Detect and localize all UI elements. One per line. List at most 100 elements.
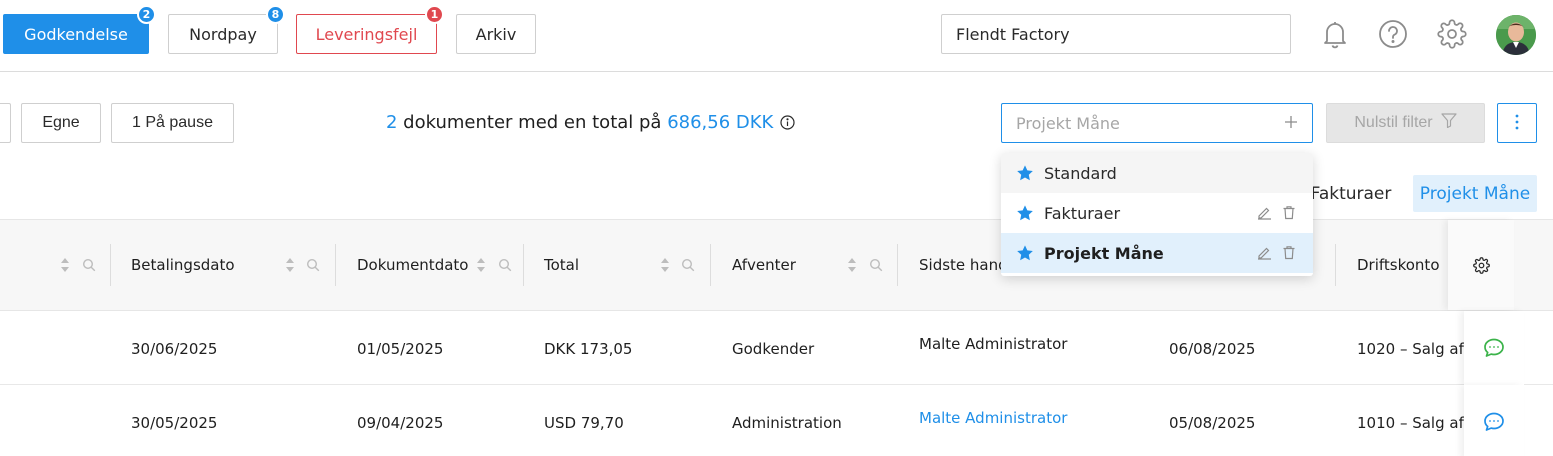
trash-icon[interactable] <box>1282 205 1296 220</box>
bell-icon[interactable] <box>1318 16 1352 52</box>
cell-dokumentdato: 09/04/2025 <box>357 414 444 432</box>
column-header-afventer[interactable]: Afventer <box>732 220 796 310</box>
view-tab-projekt-maane[interactable]: Projekt Måne <box>1413 175 1537 212</box>
reset-filter-button[interactable]: Nulstil filter <box>1326 103 1485 143</box>
trash-icon[interactable] <box>1282 245 1296 260</box>
star-icon[interactable] <box>1016 204 1034 222</box>
plus-icon[interactable] <box>1284 114 1298 133</box>
sort-icon[interactable] <box>847 257 857 273</box>
tab-nordpay-label: Nordpay <box>189 24 257 44</box>
cell-dokumentdato: 01/05/2025 <box>357 340 444 358</box>
star-icon[interactable] <box>1016 164 1034 182</box>
tab-leveringsfejl[interactable]: Leveringsfejl 1 <box>296 5 444 54</box>
company-selector[interactable]: Flendt Factory <box>941 14 1291 54</box>
column-header-betalingsdato[interactable]: Betalingsdato <box>131 220 235 310</box>
chat-bubble-icon <box>1484 338 1504 357</box>
column-header-label: Afventer <box>732 256 796 274</box>
avatar[interactable] <box>1496 15 1536 55</box>
comment-button[interactable] <box>1464 311 1524 385</box>
tab-nordpay[interactable]: Nordpay 8 <box>168 5 285 54</box>
cell-betalingsdato: 30/06/2025 <box>131 340 218 358</box>
column-settings-button[interactable] <box>1448 220 1514 310</box>
filter-egne-button[interactable]: Egne <box>21 103 101 143</box>
edit-icon[interactable] <box>1257 245 1272 260</box>
documents-summary: 2 dokumenter med en total på 686,56 DKK <box>386 112 795 133</box>
view-tab-fakturaer-label: Fakturaer <box>1310 183 1392 204</box>
saved-view-actions <box>1257 205 1296 220</box>
company-selector-value: Flendt Factory <box>956 24 1070 44</box>
column-separator <box>523 244 524 286</box>
cell-driftskonto: 1010 – Salg af <box>1357 414 1464 432</box>
summary-count: 2 <box>386 112 398 133</box>
column-header-sidste-handling[interactable]: Sidste hand <box>919 220 1008 310</box>
column-search-icon[interactable] <box>681 258 695 272</box>
comment-button[interactable] <box>1464 385 1524 456</box>
view-tab-projekt-maane-label: Projekt Måne <box>1419 183 1531 204</box>
cell-driftskonto: 1020 – Salg af <box>1357 340 1464 358</box>
sort-icon[interactable] <box>476 257 486 273</box>
column-header-label: Driftskonto <box>1357 256 1440 274</box>
column-separator <box>335 244 336 286</box>
saved-view-projekt-maane[interactable]: Projekt Måne <box>1001 233 1313 273</box>
column-search-icon[interactable] <box>82 258 96 272</box>
cell-total: DKK 173,05 <box>544 340 633 358</box>
column-separator <box>110 244 111 286</box>
view-tab-fakturaer[interactable]: Fakturaer <box>1306 175 1396 212</box>
saved-view-input[interactable]: Projekt Måne <box>1001 103 1313 143</box>
column-header-label: Dokumentdato <box>357 256 469 274</box>
summary-total: 686,56 DKK <box>667 112 774 133</box>
filter-paused-button[interactable]: 1 På pause <box>111 103 234 143</box>
filter-egne-label: Egne <box>42 114 80 131</box>
tab-godkendelse[interactable]: Godkendelse 2 <box>3 5 156 54</box>
column-separator <box>1335 244 1336 286</box>
column-header-label: Sidste hand <box>919 256 1008 274</box>
cell-betalingsdato: 30/05/2025 <box>131 414 218 432</box>
summary-text: dokumenter med en total på <box>397 112 668 133</box>
cell-total: USD 79,70 <box>544 414 624 432</box>
help-icon[interactable] <box>1376 16 1410 52</box>
column-header-label: Total <box>544 256 580 274</box>
info-icon[interactable] <box>780 115 795 130</box>
cell-afventer: Godkender <box>732 340 815 358</box>
tab-nordpay-badge: 8 <box>266 5 285 24</box>
column-search-icon[interactable] <box>498 258 512 272</box>
tab-arkiv[interactable]: Arkiv <box>456 14 536 54</box>
cell-afventer: Administration <box>732 414 842 432</box>
star-icon[interactable] <box>1016 244 1034 262</box>
table-row[interactable]: 30/06/2025 01/05/2025 DKK 173,05 Godkend… <box>0 311 1553 385</box>
column-search-icon[interactable] <box>869 258 883 272</box>
column-header-driftskonto[interactable]: Driftskonto <box>1357 220 1440 310</box>
column-header-dokumentdato[interactable]: Dokumentdato <box>357 220 468 310</box>
sort-icon[interactable] <box>60 257 70 273</box>
more-options-button[interactable] <box>1497 103 1537 143</box>
tab-leveringsfejl-badge: 1 <box>425 5 444 24</box>
filter-funnel-icon <box>1441 113 1457 133</box>
tab-godkendelse-badge: 2 <box>137 5 156 24</box>
table-header: Betalingsdato Dokumentdato Total Afvente… <box>0 219 1553 311</box>
top-bar: Godkendelse 2 Nordpay 8 Leveringsfejl 1 … <box>0 0 1553 72</box>
cell-dato: 05/08/2025 <box>1169 414 1256 432</box>
tab-godkendelse-label: Godkendelse <box>24 24 128 44</box>
edit-icon[interactable] <box>1257 205 1272 220</box>
cell-sidste-handling: Malte Administrator <box>919 335 1068 353</box>
column-header-total[interactable]: Total <box>544 220 579 310</box>
saved-view-label: Projekt Måne <box>1044 243 1164 263</box>
column-separator <box>710 244 711 286</box>
gear-icon[interactable] <box>1435 16 1469 52</box>
saved-views-dropdown: Standard Fakturaer Projekt Måne <box>1001 153 1313 276</box>
gear-icon <box>1472 256 1490 274</box>
saved-view-label: Standard <box>1044 163 1117 183</box>
saved-view-fakturaer[interactable]: Fakturaer <box>1001 193 1313 233</box>
cell-sidste-handling-link[interactable]: Malte Administrator <box>919 409 1067 427</box>
tab-leveringsfejl-label: Leveringsfejl <box>315 24 418 44</box>
column-search-icon[interactable] <box>306 258 320 272</box>
column-header-label: Betalingsdato <box>131 256 235 274</box>
saved-view-input-placeholder: Projekt Måne <box>1016 113 1120 133</box>
sort-icon[interactable] <box>285 257 295 273</box>
saved-view-standard[interactable]: Standard <box>1001 153 1313 193</box>
saved-view-label: Fakturaer <box>1044 203 1121 223</box>
vertical-dots-icon <box>1515 114 1519 133</box>
sort-icon[interactable] <box>660 257 670 273</box>
table-row[interactable]: 30/05/2025 09/04/2025 USD 79,70 Administ… <box>0 385 1553 456</box>
filter-pill-partial[interactable] <box>0 103 11 143</box>
